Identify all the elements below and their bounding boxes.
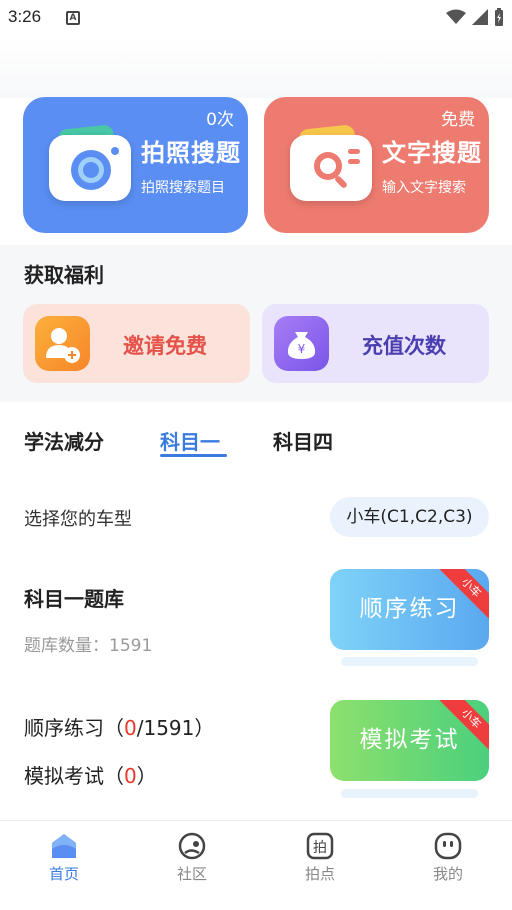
camera-icon xyxy=(49,124,131,201)
nav-profile-label: 我的 xyxy=(432,865,463,883)
car-type-selector[interactable]: 小车(C1,C2,C3) xyxy=(330,497,489,537)
nav-home[interactable]: 首页 xyxy=(0,821,128,910)
photo-point-icon: 拍 xyxy=(306,832,334,860)
svg-text:¥: ¥ xyxy=(298,342,306,356)
benefits-title: 获取福利 xyxy=(24,263,104,287)
exam-progress-done: 0 xyxy=(124,764,137,788)
exam-progress-prefix: 模拟考试（ xyxy=(24,764,124,788)
text-search-badge: 免费 xyxy=(441,110,475,130)
invite-free-button[interactable]: 邀请免费 xyxy=(23,304,250,383)
mock-exam-button[interactable]: 模拟考试 小车 xyxy=(330,700,489,781)
nav-home-label: 首页 xyxy=(48,865,79,883)
status-time: 3:26 xyxy=(8,7,42,26)
invite-user-icon xyxy=(35,316,90,371)
sequential-practice-button[interactable]: 顺序练习 小车 xyxy=(330,569,489,650)
a-icon: A xyxy=(66,11,80,25)
subject-tabs: 学法减分 科目一 科目四 xyxy=(0,420,512,464)
question-count-label: 题库数量： xyxy=(24,636,109,656)
tab-subject-four[interactable]: 科目四 xyxy=(273,426,333,455)
button-shadow xyxy=(341,657,478,666)
button-shadow xyxy=(341,789,478,798)
question-count-value: 1591 xyxy=(109,636,153,656)
photo-search-subtitle: 拍照搜索题目 xyxy=(141,180,225,196)
money-bag-icon: ¥ xyxy=(274,316,329,371)
recharge-count-button[interactable]: ¥ 充值次数 xyxy=(262,304,489,383)
photo-search-card[interactable]: 0次 拍照搜题 拍照搜索题目 xyxy=(23,97,248,233)
community-icon xyxy=(178,832,206,860)
text-search-title: 文字搜题 xyxy=(382,139,482,167)
mock-exam-label: 模拟考试 xyxy=(359,727,460,753)
tab-subject-one[interactable]: 科目一 xyxy=(160,426,220,455)
recharge-count-label: 充值次数 xyxy=(362,334,446,358)
nav-community[interactable]: 社区 xyxy=(128,821,256,910)
nav-profile[interactable]: 我的 xyxy=(384,821,512,910)
sequential-progress: 顺序练习（0/1591） xyxy=(24,712,214,741)
benefits-section: 获取福利 邀请免费 ¥ 充值次数 xyxy=(0,245,512,402)
header-background xyxy=(0,38,512,98)
active-tab-indicator xyxy=(160,454,227,457)
magnifier-icon xyxy=(290,124,372,201)
text-search-subtitle: 输入文字搜索 xyxy=(382,180,466,196)
nav-community-label: 社区 xyxy=(176,865,207,883)
profile-icon xyxy=(434,832,462,860)
sequential-progress-prefix: 顺序练习（ xyxy=(24,716,124,740)
tab-law-points[interactable]: 学法减分 xyxy=(24,426,104,455)
exam-progress: 模拟考试（0） xyxy=(24,760,157,789)
nav-photo-point[interactable]: 拍 拍点 xyxy=(256,821,384,910)
status-bar: 3:26 A xyxy=(0,0,512,38)
exam-progress-suffix: ） xyxy=(136,764,157,788)
sequential-progress-suffix: /1591） xyxy=(136,716,215,740)
battery-icon xyxy=(495,8,503,26)
question-bank-count: 题库数量：1591 xyxy=(24,631,152,656)
sequential-practice-label: 顺序练习 xyxy=(359,596,460,622)
home-icon xyxy=(52,834,76,858)
bottom-nav: 首页 社区 拍 拍点 我的 xyxy=(0,820,512,910)
signal-icon xyxy=(472,9,488,25)
invite-free-label: 邀请免费 xyxy=(123,334,207,358)
wifi-icon xyxy=(446,9,466,24)
svg-text:拍: 拍 xyxy=(313,840,327,856)
text-search-card[interactable]: 免费 文字搜题 输入文字搜索 xyxy=(264,97,489,233)
photo-search-title: 拍照搜题 xyxy=(141,139,241,167)
photo-search-badge: 0次 xyxy=(206,110,234,130)
car-type-label: 选择您的车型 xyxy=(24,509,132,530)
question-bank-title: 科目一题库 xyxy=(24,587,124,611)
sequential-progress-done: 0 xyxy=(124,716,137,740)
status-icons xyxy=(446,8,504,26)
nav-photo-point-label: 拍点 xyxy=(304,865,335,883)
